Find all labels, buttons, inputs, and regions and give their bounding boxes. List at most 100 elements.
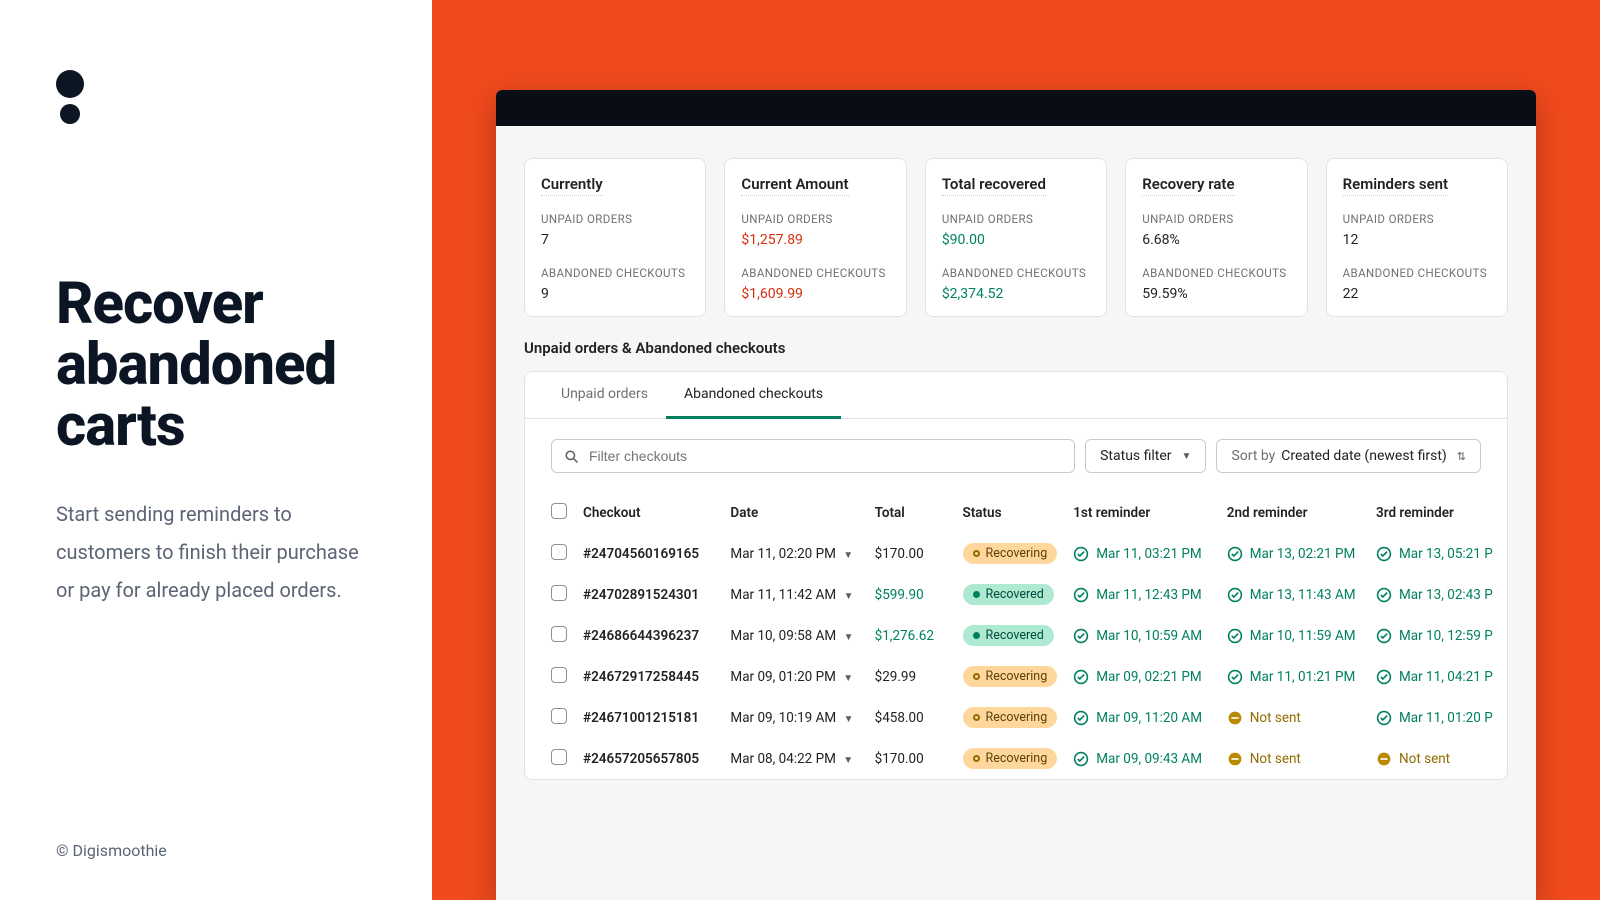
- reminder-sent: Mar 13, 02:43 P: [1376, 587, 1499, 603]
- toolbar: Status filter ▼ Sort by Created date (ne…: [525, 419, 1507, 493]
- cell-checkout-id[interactable]: #24686644396237: [575, 615, 722, 656]
- reminder-sent: Mar 13, 11:43 AM: [1227, 587, 1360, 603]
- col-r3[interactable]: 3rd reminder: [1368, 493, 1507, 533]
- tab-unpaid-orders[interactable]: Unpaid orders: [543, 372, 666, 418]
- cell-r1: Mar 11, 03:21 PM: [1065, 533, 1219, 574]
- cell-date[interactable]: Mar 11, 02:20 PM ▼: [722, 533, 866, 574]
- col-r2[interactable]: 2nd reminder: [1219, 493, 1368, 533]
- col-date[interactable]: Date: [722, 493, 866, 533]
- reminder-sent: Mar 09, 02:21 PM: [1073, 669, 1211, 685]
- search-input-wrapper[interactable]: [551, 439, 1075, 473]
- promo-panel: Recover abandoned carts Start sending re…: [0, 0, 432, 900]
- cell-checkout-id[interactable]: #24657205657805: [575, 738, 722, 779]
- sort-button[interactable]: Sort by Created date (newest first) ⇅: [1216, 439, 1481, 473]
- stat-value-unpaid: 7: [541, 232, 689, 248]
- stat-card-title: Total recovered: [942, 175, 1046, 196]
- cell-r1: Mar 09, 11:20 AM: [1065, 697, 1219, 738]
- check-circle-icon: [1227, 546, 1243, 562]
- check-circle-icon: [1073, 751, 1089, 767]
- table-row[interactable]: #24671001215181Mar 09, 10:19 AM ▼$458.00…: [525, 697, 1507, 738]
- check-circle-icon: [1073, 710, 1089, 726]
- col-checkout[interactable]: Checkout: [575, 493, 722, 533]
- stat-label-unpaid: UNPAID ORDERS: [741, 212, 889, 226]
- row-checkbox[interactable]: [551, 544, 567, 560]
- caret-down-icon: ▼: [843, 673, 853, 684]
- tab-abandoned-checkouts[interactable]: Abandoned checkouts: [666, 372, 841, 419]
- col-r1[interactable]: 1st reminder: [1065, 493, 1219, 533]
- cell-r3: Mar 11, 04:21 P: [1368, 656, 1507, 697]
- reminder-sent: Mar 11, 01:21 PM: [1227, 669, 1360, 685]
- cell-checkout-id[interactable]: #24672917258445: [575, 656, 722, 697]
- cell-r2: Mar 11, 01:21 PM: [1219, 656, 1368, 697]
- cell-date[interactable]: Mar 09, 10:19 AM ▼: [722, 697, 866, 738]
- table-header-row: Checkout Date Total Status 1st reminder …: [525, 493, 1507, 533]
- reminder-sent: Mar 13, 02:21 PM: [1227, 546, 1360, 562]
- cell-r3: Mar 10, 12:59 P: [1368, 615, 1507, 656]
- table-row[interactable]: #24702891524301Mar 11, 11:42 AM ▼$599.90…: [525, 574, 1507, 615]
- cell-checkout-id[interactable]: #24704560169165: [575, 533, 722, 574]
- reminder-sent: Mar 10, 12:59 P: [1376, 628, 1499, 644]
- row-checkbox[interactable]: [551, 667, 567, 683]
- cell-total: $29.99: [867, 656, 955, 697]
- reminder-not-sent: Not sent: [1227, 710, 1360, 726]
- stat-value-unpaid: 6.68%: [1142, 232, 1290, 248]
- caret-down-icon: ▼: [1182, 451, 1192, 462]
- reminder-sent: Mar 11, 12:43 PM: [1073, 587, 1211, 603]
- stat-label-abandoned: ABANDONED CHECKOUTS: [1142, 266, 1290, 280]
- status-filter-label: Status filter: [1100, 448, 1171, 464]
- col-total[interactable]: Total: [867, 493, 955, 533]
- cell-date[interactable]: Mar 08, 04:22 PM ▼: [722, 738, 866, 779]
- logo-dot-large: [56, 70, 84, 98]
- cell-r3: Mar 13, 05:21 P: [1368, 533, 1507, 574]
- stat-card: Current AmountUNPAID ORDERS$1,257.89ABAN…: [724, 158, 906, 317]
- status-filter-button[interactable]: Status filter ▼: [1085, 439, 1206, 473]
- row-checkbox[interactable]: [551, 708, 567, 724]
- search-input[interactable]: [589, 448, 1062, 464]
- stat-card-title: Current Amount: [741, 175, 848, 196]
- cell-date[interactable]: Mar 10, 09:58 AM ▼: [722, 615, 866, 656]
- cell-status: Recovering: [955, 697, 1066, 738]
- check-circle-icon: [1227, 669, 1243, 685]
- table-row[interactable]: #24686644396237Mar 10, 09:58 AM ▼$1,276.…: [525, 615, 1507, 656]
- stat-value-abandoned: $1,609.99: [741, 286, 889, 302]
- cell-checkout-id[interactable]: #24702891524301: [575, 574, 722, 615]
- caret-down-icon: ▼: [843, 755, 853, 766]
- checkouts-table: Checkout Date Total Status 1st reminder …: [525, 493, 1507, 779]
- cell-date[interactable]: Mar 11, 11:42 AM ▼: [722, 574, 866, 615]
- app-topbar: [496, 90, 1536, 126]
- caret-down-icon: ▼: [844, 632, 854, 643]
- select-all-checkbox[interactable]: [551, 503, 567, 519]
- row-checkbox[interactable]: [551, 626, 567, 642]
- cell-total: $1,276.62: [867, 615, 955, 656]
- reminder-not-sent: Not sent: [1227, 751, 1360, 767]
- cell-date[interactable]: Mar 09, 01:20 PM ▼: [722, 656, 866, 697]
- cell-checkout-id[interactable]: #24671001215181: [575, 697, 722, 738]
- table-row[interactable]: #24657205657805Mar 08, 04:22 PM ▼$170.00…: [525, 738, 1507, 779]
- stat-label-abandoned: ABANDONED CHECKOUTS: [741, 266, 889, 280]
- stat-card: Recovery rateUNPAID ORDERS6.68%ABANDONED…: [1125, 158, 1307, 317]
- status-badge-recovering: Recovering: [963, 707, 1058, 728]
- reminder-sent: Mar 13, 05:21 P: [1376, 546, 1499, 562]
- col-status[interactable]: Status: [955, 493, 1066, 533]
- cell-status: Recovering: [955, 738, 1066, 779]
- row-checkbox[interactable]: [551, 585, 567, 601]
- stat-label-unpaid: UNPAID ORDERS: [942, 212, 1090, 226]
- reminder-not-sent: Not sent: [1376, 751, 1499, 767]
- table-row[interactable]: #24672917258445Mar 09, 01:20 PM ▼$29.99R…: [525, 656, 1507, 697]
- cell-r3: Mar 13, 02:43 P: [1368, 574, 1507, 615]
- reminder-sent: Mar 11, 03:21 PM: [1073, 546, 1211, 562]
- row-checkbox[interactable]: [551, 749, 567, 765]
- check-circle-icon: [1073, 546, 1089, 562]
- brand-logo: [56, 70, 376, 124]
- cell-r2: Not sent: [1219, 697, 1368, 738]
- check-circle-icon: [1376, 710, 1392, 726]
- reminder-sent: Mar 10, 10:59 AM: [1073, 628, 1211, 644]
- promo-subtext: Start sending reminders to customers to …: [56, 495, 366, 609]
- promo-copyright: © Digismoothie: [56, 841, 167, 860]
- stat-label-unpaid: UNPAID ORDERS: [541, 212, 689, 226]
- table-row[interactable]: #24704560169165Mar 11, 02:20 PM ▼$170.00…: [525, 533, 1507, 574]
- stat-value-abandoned: 22: [1343, 286, 1491, 302]
- cell-status: Recovering: [955, 656, 1066, 697]
- minus-circle-icon: [1227, 710, 1243, 726]
- stage: CurrentlyUNPAID ORDERS7ABANDONED CHECKOU…: [432, 0, 1600, 900]
